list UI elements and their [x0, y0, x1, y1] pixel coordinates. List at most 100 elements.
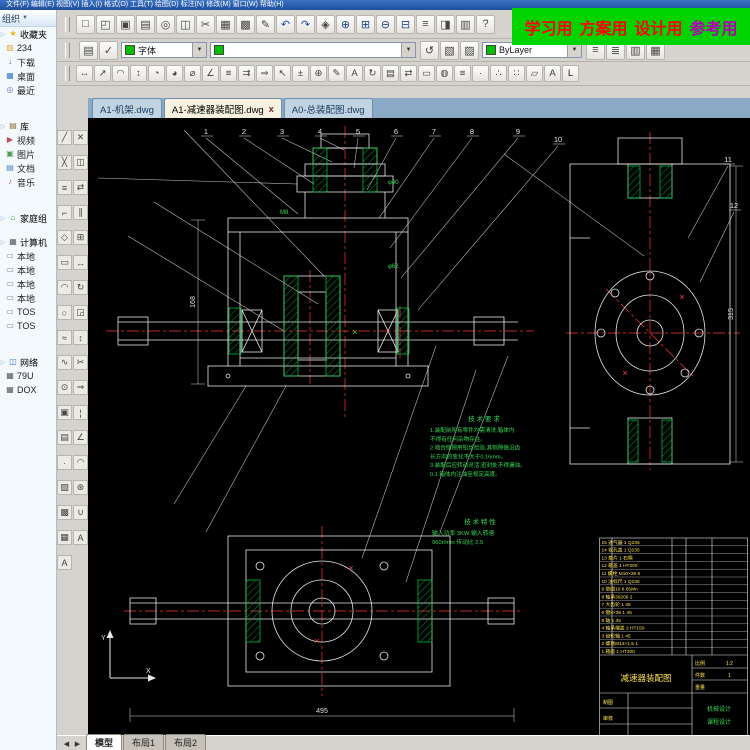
explorer-item-disk-3[interactable]: ▭ 本地 [0, 277, 56, 291]
rectangle-icon[interactable]: ▭ [57, 255, 72, 270]
explorer-group-network[interactable]: ▷ ◫ 网络 [0, 355, 56, 369]
quick-leader-icon[interactable]: ↖ [274, 65, 291, 82]
list-icon[interactable]: ≡ [454, 65, 471, 82]
close-tab-icon[interactable]: x [269, 104, 274, 114]
expand-arrow-icon[interactable]: ▷ [0, 31, 6, 38]
publish-icon[interactable]: ◫ [176, 14, 195, 34]
doc-tab-0[interactable]: A1-机架.dwg [92, 98, 162, 118]
scale-icon[interactable]: ◲ [73, 305, 88, 320]
explorer-item-documents[interactable]: ▤ 文档 [0, 161, 56, 175]
multiline-icon[interactable]: ≡ [57, 180, 72, 195]
erase-icon[interactable]: ✕ [73, 130, 88, 145]
dim-update-icon[interactable]: ↻ [364, 65, 381, 82]
dim-baseline-icon[interactable]: ⇉ [238, 65, 255, 82]
chevron-down-icon[interactable]: ▼ [567, 43, 581, 57]
save-icon[interactable]: ▣ [116, 14, 135, 34]
undo-icon[interactable]: ↶ [276, 14, 295, 34]
explorer-item-tos-1[interactable]: ▭ TOS [0, 305, 56, 319]
redo-icon[interactable]: ↷ [296, 14, 315, 34]
array-icon[interactable]: ⊞ [73, 230, 88, 245]
text-style-combo[interactable]: 字体 ▼ [121, 42, 207, 58]
expand-arrow-icon[interactable]: ▷ [0, 239, 6, 246]
point-icon[interactable]: ∙ [57, 455, 72, 470]
design-center-icon[interactable]: ◨ [436, 14, 455, 34]
properties-icon[interactable]: ≡ [416, 14, 435, 34]
mtext-icon[interactable]: A [57, 555, 72, 570]
explorer-item-videos[interactable]: ▶ 视频 [0, 133, 56, 147]
paste-icon[interactable]: ▩ [236, 14, 255, 34]
dim-edit-icon[interactable]: ✎ [328, 65, 345, 82]
new-icon[interactable]: □ [76, 14, 95, 34]
explorer-item-disk-4[interactable]: ▭ 本地 [0, 291, 56, 305]
chamfer-icon[interactable]: ∠ [73, 430, 88, 445]
line-icon[interactable]: ╱ [57, 130, 72, 145]
dim-angular-icon[interactable]: ∠ [202, 65, 219, 82]
explorer-item-downloads[interactable]: ↓ 下载 [0, 55, 56, 69]
explode-icon[interactable]: ⊛ [73, 480, 88, 495]
polygon-icon[interactable]: ◇ [57, 230, 72, 245]
area-icon[interactable]: ▭ [418, 65, 435, 82]
stretch-icon[interactable]: ↕ [73, 330, 88, 345]
mirror-icon[interactable]: ⇄ [73, 180, 88, 195]
trim-icon[interactable]: ✂ [73, 355, 88, 370]
match-properties-icon[interactable]: ✎ [256, 14, 275, 34]
chevron-down-icon[interactable]: ▼ [401, 43, 415, 57]
mass-properties-icon[interactable]: ◍ [436, 65, 453, 82]
circle-icon[interactable]: ○ [57, 305, 72, 320]
zoom-window-icon[interactable]: ⊞ [356, 14, 375, 34]
make-block-icon[interactable]: ▤ [57, 430, 72, 445]
chevron-down-icon[interactable]: ▼ [192, 43, 206, 57]
quick-dim-icon[interactable]: ≡ [220, 65, 237, 82]
dim-radius-icon[interactable]: ◔ [148, 65, 165, 82]
explorer-group-libraries[interactable]: ▷ ▤ 库 [0, 119, 56, 133]
text-tool-icon[interactable]: A [73, 530, 88, 545]
polyline-icon[interactable]: ⌐ [57, 205, 72, 220]
help-icon[interactable]: ? [476, 14, 495, 34]
expand-arrow-icon[interactable]: ▷ [0, 123, 6, 130]
explorer-group-computer[interactable]: ▷ ▦ 计算机 [0, 235, 56, 249]
expand-arrow-icon[interactable]: ▷ [0, 215, 6, 222]
layer-isolate-icon[interactable]: ▨ [460, 40, 479, 60]
layer-previous-icon[interactable]: ↺ [420, 40, 439, 60]
gradient-icon[interactable]: ▩ [57, 505, 72, 520]
cut-icon[interactable]: ✂ [196, 14, 215, 34]
construction-line-icon[interactable]: ╳ [57, 155, 72, 170]
expand-arrow-icon[interactable]: ▷ [0, 359, 6, 366]
explorer-item-disk-1[interactable]: ▭ 本地 [0, 249, 56, 263]
explorer-item-recent[interactable]: ◎ 最近 [0, 83, 56, 97]
break-icon[interactable]: ¦ [73, 405, 88, 420]
hatch-icon[interactable]: ▨ [57, 480, 72, 495]
layer-states-icon[interactable]: ✓ [99, 40, 118, 60]
region-icon[interactable]: ▦ [57, 530, 72, 545]
tolerance-icon[interactable]: ± [292, 65, 309, 82]
dim-aligned-icon[interactable]: ↗ [94, 65, 111, 82]
center-mark-icon[interactable]: ⊕ [310, 65, 327, 82]
rotate-icon[interactable]: ↻ [73, 280, 88, 295]
extend-icon[interactable]: ⇒ [73, 380, 88, 395]
insert-block-icon[interactable]: ▣ [57, 405, 72, 420]
pan-icon[interactable]: ◈ [316, 14, 335, 34]
zoom-realtime-icon[interactable]: ⊕ [336, 14, 355, 34]
explorer-item-tos-2[interactable]: ▭ TOS [0, 319, 56, 333]
dim-text-edit-icon[interactable]: A [346, 65, 363, 82]
copy-icon[interactable]: ▦ [216, 14, 235, 34]
ellipse-icon[interactable]: ⊙ [57, 380, 72, 395]
spline-icon[interactable]: ∿ [57, 355, 72, 370]
arc-icon[interactable]: ◠ [57, 280, 72, 295]
fillet-icon[interactable]: ◠ [73, 455, 88, 470]
open-icon[interactable]: ◰ [96, 14, 115, 34]
join-icon[interactable]: ∪ [73, 505, 88, 520]
explorer-item-folder-234[interactable]: ▨ 234 [0, 41, 56, 55]
zoom-out-icon[interactable]: ⊖ [376, 14, 395, 34]
text-style-icon[interactable]: A [544, 65, 561, 82]
make-object-layer-icon[interactable]: ▧ [440, 40, 459, 60]
tool-palettes-icon[interactable]: ▥ [456, 14, 475, 34]
layout-tab-2[interactable]: 布局2 [165, 734, 207, 750]
explorer-item-pc-dox[interactable]: ▦ DOX [0, 383, 56, 397]
explorer-item-desktop[interactable]: ▦ 桌面 [0, 69, 56, 83]
dim-continue-icon[interactable]: ⇒ [256, 65, 273, 82]
region-tool-icon[interactable]: ▱ [526, 65, 543, 82]
plot-preview-icon[interactable]: ◎ [156, 14, 175, 34]
explorer-item-pictures[interactable]: ▣ 图片 [0, 147, 56, 161]
doc-tab-2[interactable]: A0-总装配图.dwg [283, 98, 373, 118]
